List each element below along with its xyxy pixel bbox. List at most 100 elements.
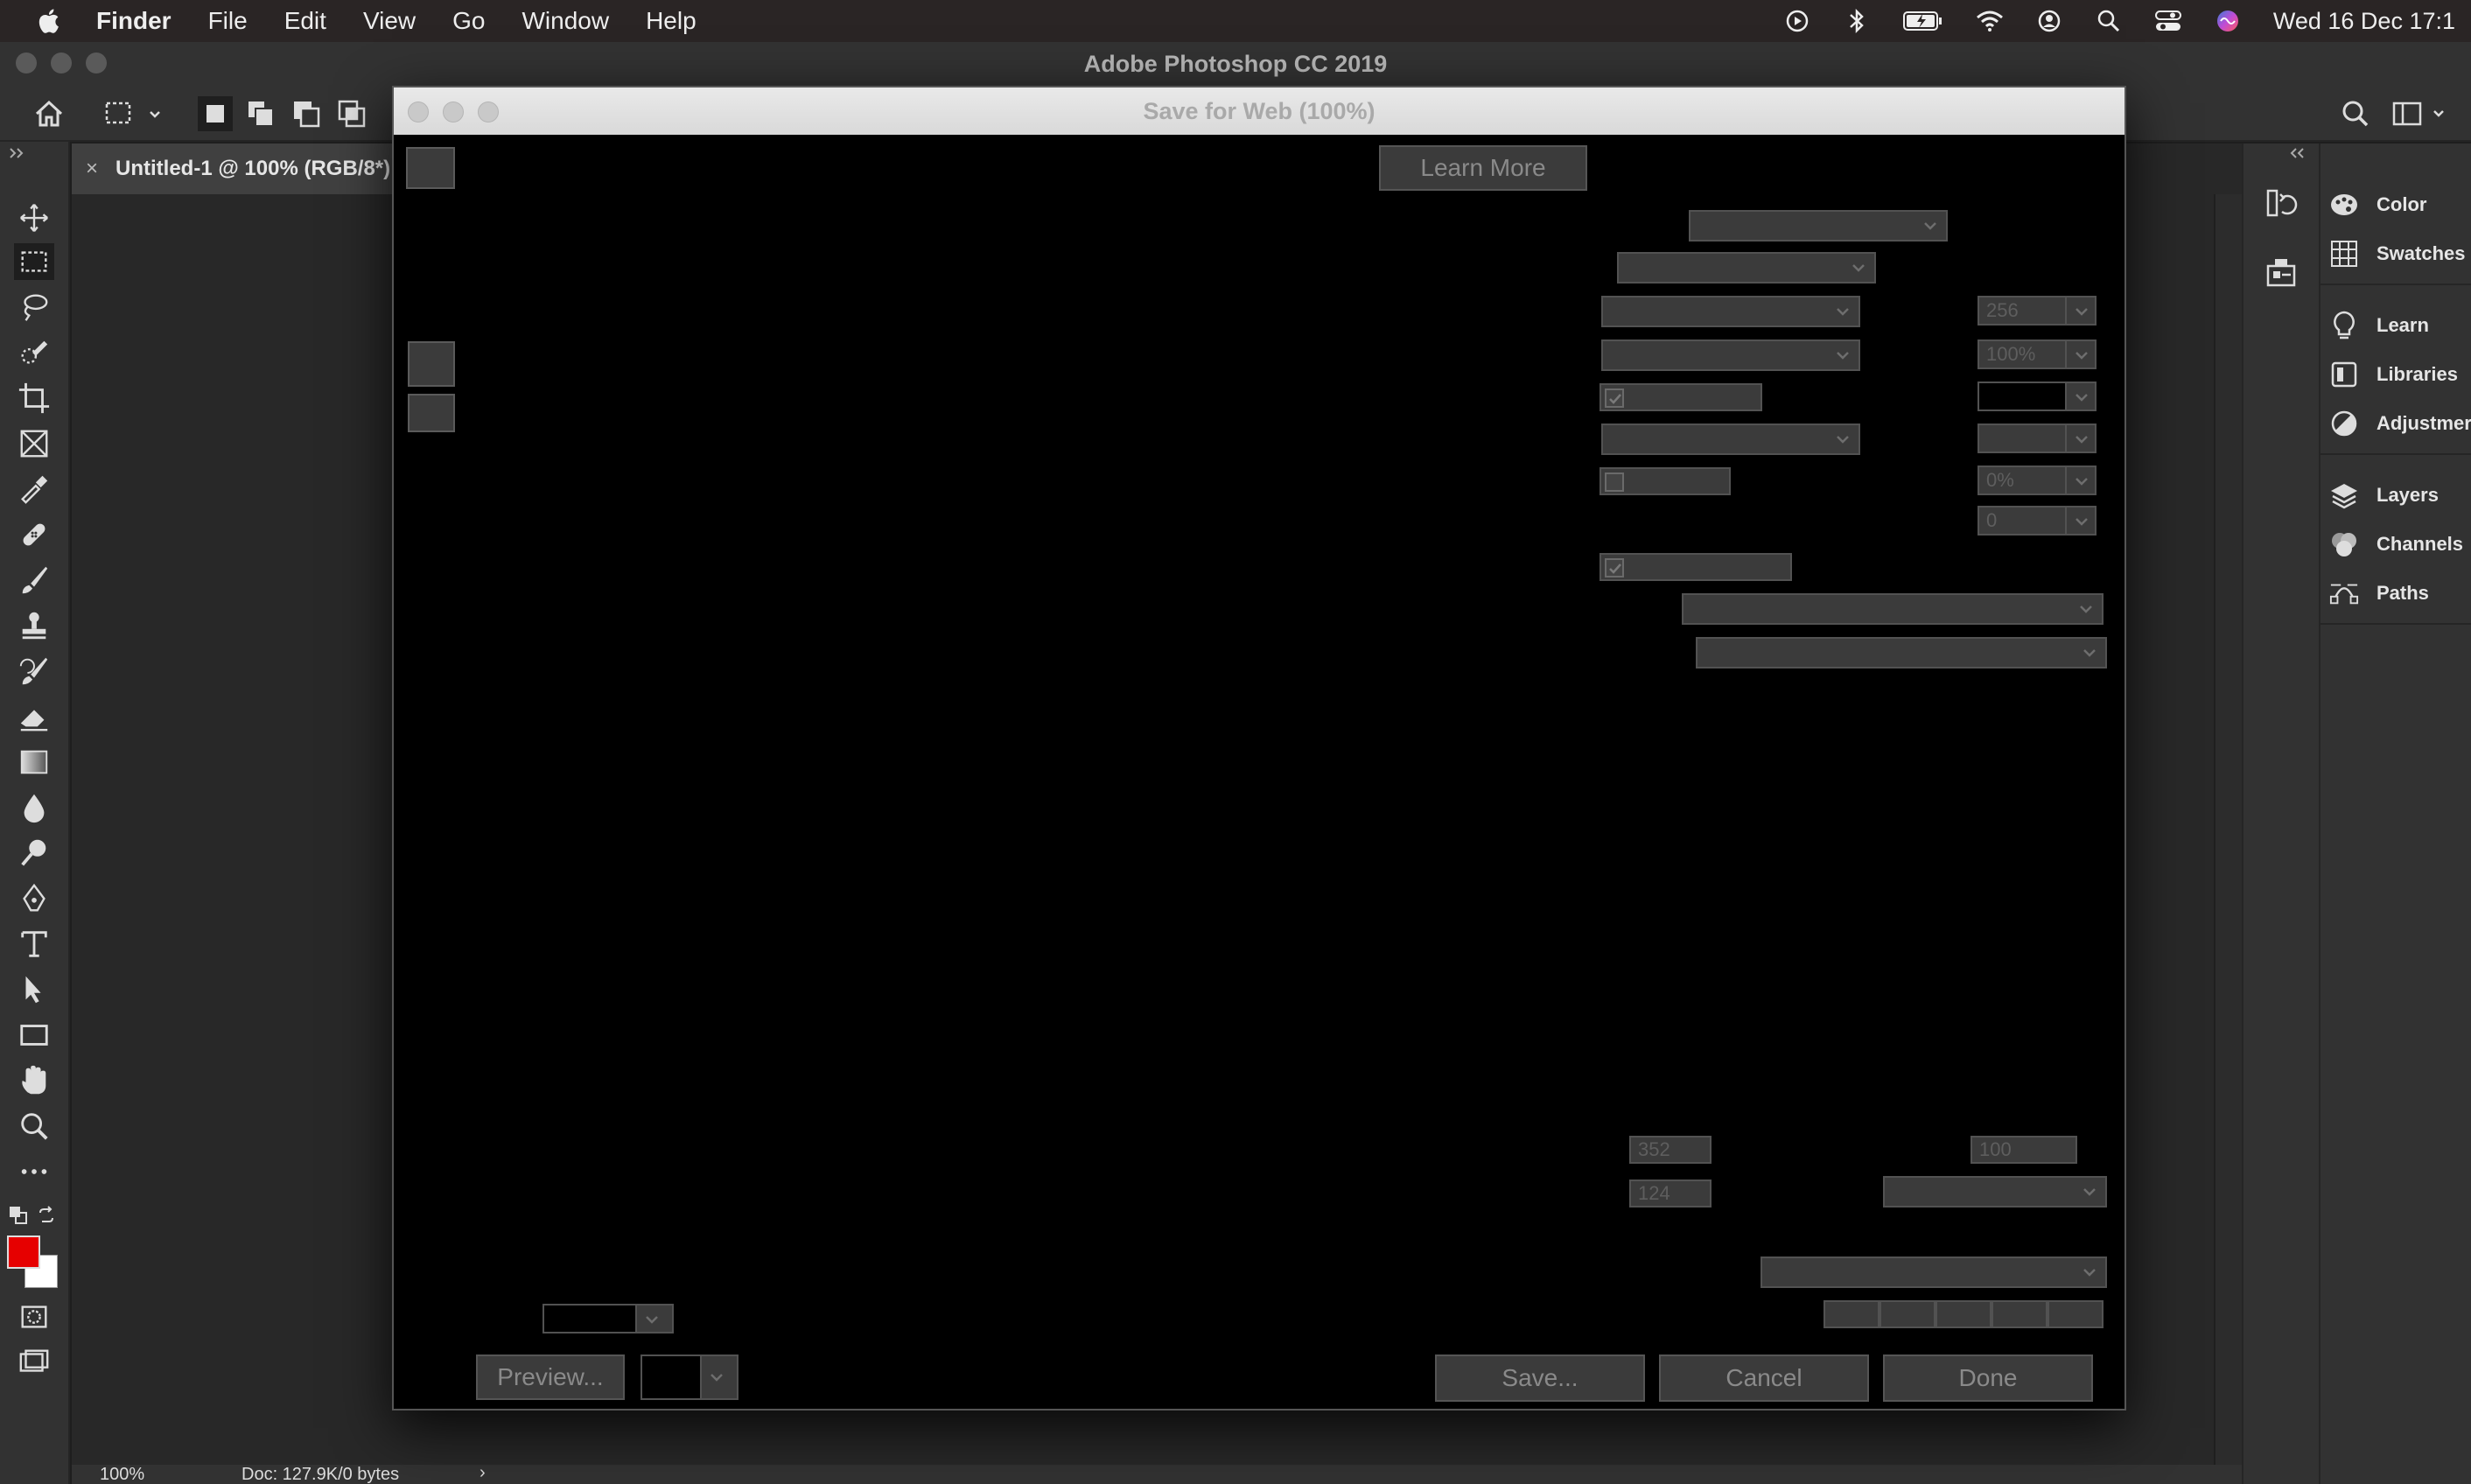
- lossy-combo[interactable]: 0%: [1978, 466, 2096, 495]
- image-width-field[interactable]: 352: [1629, 1136, 1712, 1164]
- workspace-switcher-icon[interactable]: [2392, 96, 2454, 131]
- status-menu-arrow[interactable]: ›: [480, 1463, 486, 1483]
- zoom-level-field[interactable]: [542, 1304, 637, 1334]
- next-frame-button[interactable]: [1992, 1300, 2048, 1328]
- dither-combo[interactable]: 100%: [1978, 340, 2096, 369]
- blur-tool-icon[interactable]: [16, 789, 52, 826]
- eyedropper-color-button[interactable]: [408, 394, 455, 432]
- history-panel-icon[interactable]: [2263, 186, 2300, 222]
- preview-button[interactable]: Preview...: [476, 1354, 625, 1400]
- panel-paths[interactable]: Paths: [2329, 576, 2429, 611]
- rectangle-tool-icon[interactable]: [16, 1017, 52, 1054]
- amount-field[interactable]: [1978, 424, 2074, 453]
- type-tool-icon[interactable]: [16, 926, 52, 962]
- panel-learn[interactable]: Learn: [2329, 308, 2429, 343]
- search-icon[interactable]: [2338, 96, 2373, 131]
- home-icon[interactable]: [32, 96, 66, 131]
- panel-adjustments[interactable]: Adjustmer: [2329, 406, 2471, 441]
- brush-tool-icon[interactable]: [16, 562, 52, 598]
- menu-help[interactable]: Help: [646, 7, 696, 35]
- looping-options-dropdown[interactable]: [1760, 1256, 2107, 1288]
- cancel-button[interactable]: Cancel: [1659, 1354, 1869, 1402]
- matte-dither-dropdown[interactable]: [1601, 424, 1860, 455]
- quick-mask-icon[interactable]: [16, 1298, 52, 1335]
- control-center-icon[interactable]: [2154, 7, 2182, 35]
- learn-more-button[interactable]: Learn More: [1379, 145, 1587, 191]
- panel-libraries[interactable]: Libraries: [2329, 357, 2458, 392]
- image-height-field[interactable]: 124: [1629, 1180, 1712, 1208]
- clone-stamp-tool-icon[interactable]: [16, 607, 52, 644]
- battery-icon[interactable]: [1902, 7, 1944, 35]
- metadata-dropdown[interactable]: [1696, 637, 2107, 668]
- add-selection-icon[interactable]: [243, 96, 278, 131]
- document-tab[interactable]: × Untitled-1 @ 100% (RGB/8*): [72, 144, 396, 194]
- user-icon[interactable]: [2035, 7, 2063, 35]
- menu-clock[interactable]: Wed 16 Dec 17:1: [2273, 8, 2455, 35]
- healing-brush-tool-icon[interactable]: [16, 516, 52, 553]
- properties-panel-icon[interactable]: [2263, 254, 2300, 290]
- panel-swatches[interactable]: Swatches: [2329, 236, 2466, 271]
- panel-color[interactable]: Color: [2329, 187, 2426, 222]
- browser-arrow[interactable]: [700, 1354, 738, 1400]
- close-document-icon[interactable]: ×: [86, 157, 98, 181]
- save-button[interactable]: Save...: [1435, 1354, 1645, 1402]
- dodge-tool-icon[interactable]: [16, 835, 52, 872]
- rectangular-marquee-tool-icon[interactable]: [14, 243, 54, 280]
- foreground-color-swatch[interactable]: [7, 1236, 40, 1269]
- marquee-preset-icon[interactable]: [103, 96, 164, 131]
- eyedropper-button[interactable]: [408, 341, 455, 387]
- colors-arrow[interactable]: [2065, 296, 2096, 326]
- hand-tool-button[interactable]: [406, 147, 455, 189]
- default-colors-icon[interactable]: [9, 1206, 28, 1225]
- subtract-selection-icon[interactable]: [289, 96, 324, 131]
- matte-arrow[interactable]: [2065, 382, 2096, 411]
- matte-color-swatch[interactable]: [1978, 382, 2074, 411]
- browser-combo[interactable]: [640, 1354, 738, 1400]
- interlaced-check[interactable]: [1605, 472, 1624, 492]
- web-snap-arrow[interactable]: [2065, 506, 2096, 536]
- collapse-tools-icon[interactable]: [9, 147, 26, 159]
- menu-edit[interactable]: Edit: [284, 7, 326, 35]
- zoom-level-arrow[interactable]: [635, 1304, 674, 1334]
- wifi-icon[interactable]: [1976, 7, 2004, 35]
- new-selection-icon[interactable]: [198, 96, 233, 131]
- panel-layers[interactable]: Layers: [2329, 478, 2439, 513]
- dither-algorithm-dropdown[interactable]: [1601, 340, 1860, 371]
- swap-colors-icon[interactable]: [37, 1206, 56, 1225]
- previous-frame-button[interactable]: [1880, 1300, 1936, 1328]
- panel-channels[interactable]: Channels: [2329, 527, 2463, 562]
- menu-go[interactable]: Go: [452, 7, 485, 35]
- preview-profile-dropdown[interactable]: [1682, 593, 2104, 625]
- convert-to-srgb-check[interactable]: [1605, 558, 1624, 578]
- pen-tool-icon[interactable]: [16, 880, 52, 917]
- zoom-tool-icon[interactable]: [16, 1108, 52, 1144]
- web-snap-combo[interactable]: 0: [1978, 506, 2096, 536]
- play-icon[interactable]: [1783, 7, 1811, 35]
- web-snap-field[interactable]: 0: [1978, 506, 2074, 536]
- done-button[interactable]: Done: [1883, 1354, 2093, 1402]
- first-frame-button[interactable]: [1824, 1300, 1880, 1328]
- apple-icon[interactable]: [35, 6, 65, 36]
- interlaced-checkbox[interactable]: [1600, 467, 1731, 495]
- transparency-check[interactable]: [1605, 388, 1624, 408]
- last-frame-button[interactable]: [2048, 1300, 2104, 1328]
- more-tools-icon[interactable]: [16, 1153, 52, 1190]
- file-format-dropdown[interactable]: [1617, 252, 1876, 284]
- collapse-panels-icon[interactable]: [2289, 147, 2306, 159]
- quick-selection-tool-icon[interactable]: [16, 334, 52, 371]
- screen-mode-icon[interactable]: [16, 1344, 52, 1381]
- browser-field[interactable]: [640, 1354, 702, 1400]
- eraser-tool-icon[interactable]: [16, 698, 52, 735]
- history-brush-tool-icon[interactable]: [16, 653, 52, 690]
- quality-dropdown[interactable]: [1883, 1176, 2107, 1208]
- spotlight-search-icon[interactable]: [2095, 7, 2123, 35]
- zoom-level-combo[interactable]: [542, 1304, 716, 1334]
- menu-finder[interactable]: Finder: [96, 7, 172, 35]
- convert-to-srgb-checkbox[interactable]: [1600, 553, 1792, 581]
- amount-arrow[interactable]: [2065, 424, 2096, 453]
- menu-view[interactable]: View: [363, 7, 416, 35]
- preset-dropdown[interactable]: [1689, 210, 1948, 242]
- intersect-selection-icon[interactable]: [334, 96, 369, 131]
- vertical-scrollbar[interactable]: [2214, 194, 2242, 1466]
- hand-tool-icon[interactable]: [16, 1062, 52, 1099]
